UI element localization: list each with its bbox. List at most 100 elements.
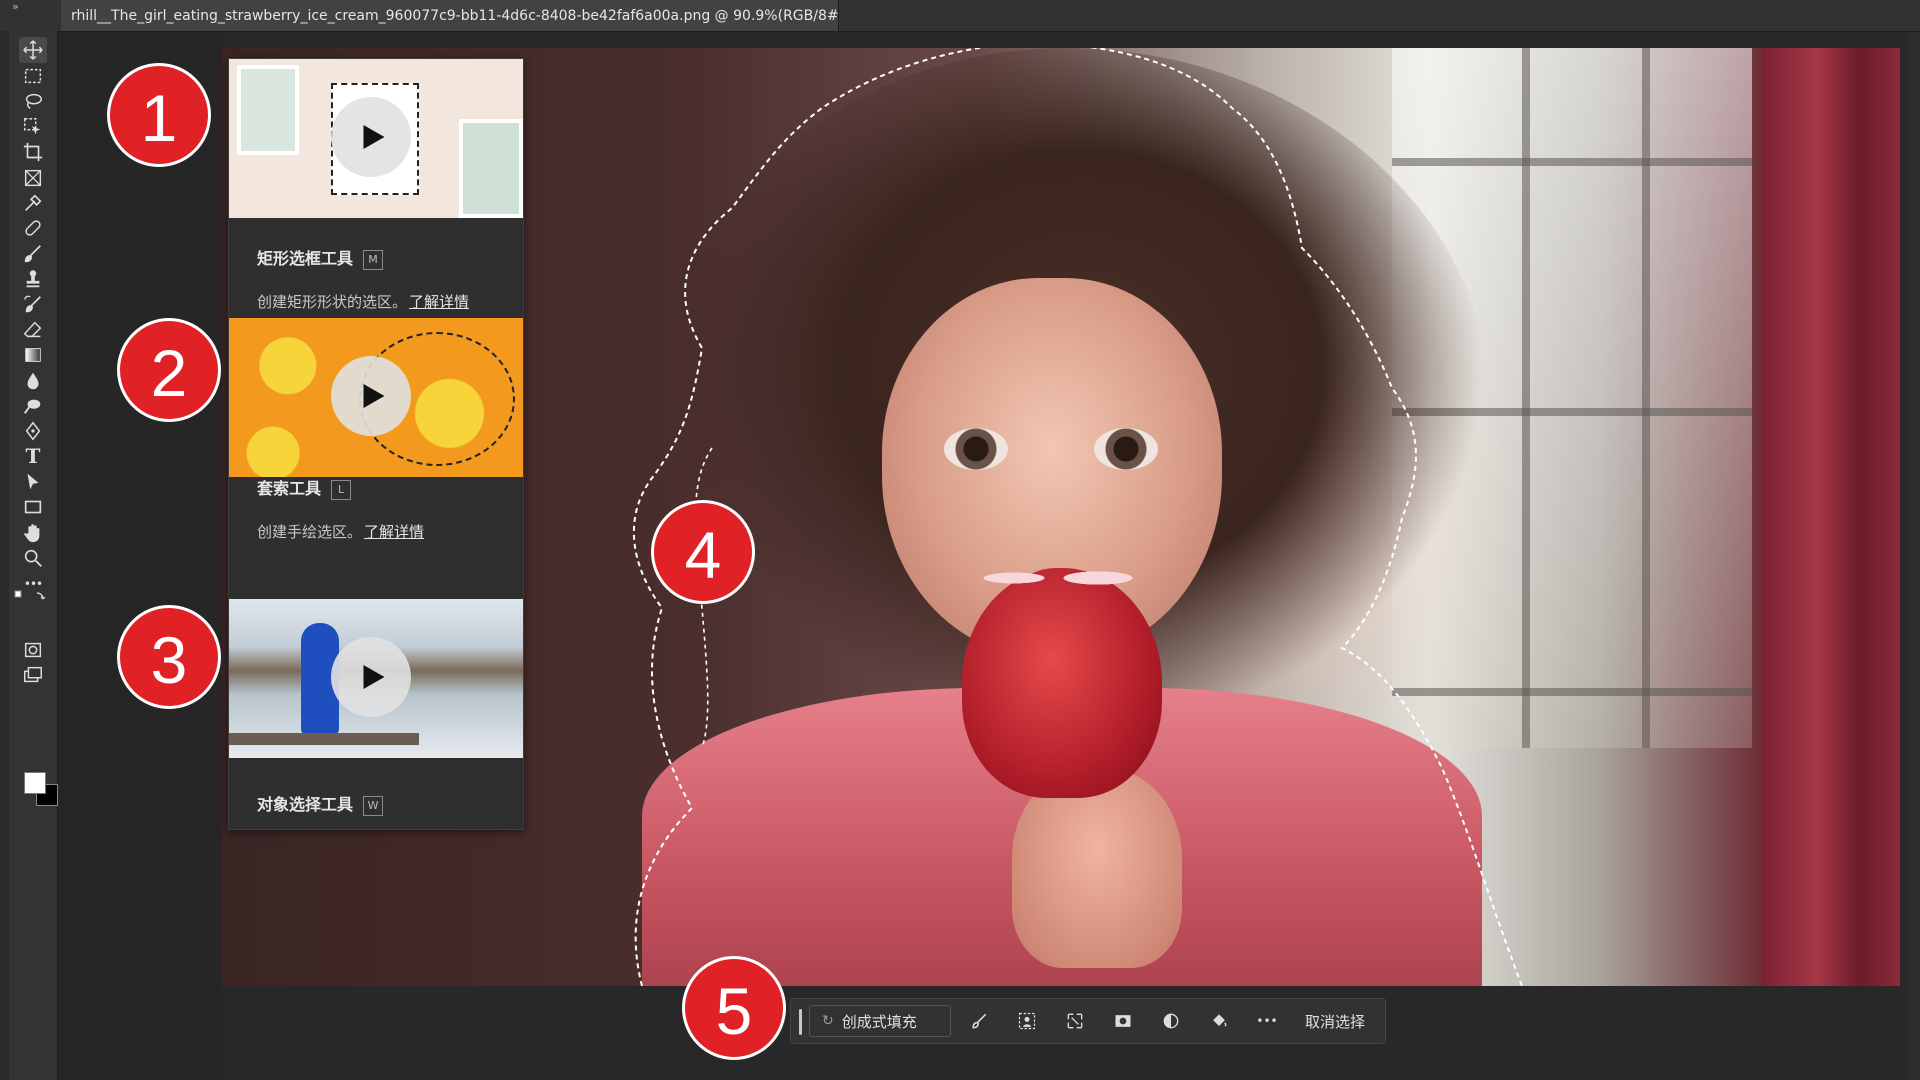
tool-tooltip-panel: 矩形选框工具 M 创建矩形形状的选区。 了解详情 套索工具 L 创建手绘选区。 了解详情…: [228, 58, 524, 830]
more-options-button[interactable]: •••: [1255, 1009, 1279, 1033]
move-tool[interactable]: [19, 37, 47, 63]
fill-selection-button[interactable]: [1207, 1009, 1231, 1033]
taskbar-drag-handle[interactable]: [799, 1009, 802, 1035]
leaf-photo: [459, 119, 523, 218]
generative-fill-button[interactable]: ↻ 创成式填充: [809, 1005, 951, 1037]
screen-mode-icon: [24, 666, 42, 683]
collapse-panels-icon[interactable]: »: [12, 0, 19, 13]
workspace-gutter: [58, 32, 222, 1080]
modify-selection-button[interactable]: [967, 1009, 991, 1033]
frame-tool[interactable]: [19, 165, 47, 191]
toolbar-edge: [0, 31, 9, 1080]
object-selection-tool[interactable]: [19, 114, 47, 140]
stamp-icon: [26, 270, 40, 288]
object-select-icon: [24, 118, 41, 135]
eyedropper-tool[interactable]: [19, 190, 47, 216]
window-pane: [1522, 48, 1530, 748]
play-button[interactable]: [331, 356, 411, 436]
leaf-photo: [237, 65, 299, 155]
brush-tool[interactable]: [19, 241, 47, 267]
tooltip-title-text: 套索工具: [257, 479, 322, 498]
healing-icon: [25, 220, 41, 236]
swap-colors-icon[interactable]: [13, 587, 49, 605]
select-subject-icon: [1018, 1012, 1036, 1030]
screen-mode-button[interactable]: [19, 662, 47, 688]
dodge-tool[interactable]: [19, 393, 47, 419]
history-brush-icon: [24, 295, 41, 313]
vertical-scrollbar[interactable]: [1908, 32, 1920, 1080]
foreground-color-swatch[interactable]: [24, 772, 46, 794]
callout-badge-3: 3: [117, 605, 221, 709]
quick-mask-button[interactable]: [19, 637, 47, 663]
left-eye: [944, 428, 1008, 470]
blur-tool[interactable]: [19, 368, 47, 394]
document-tab-title: rhill__The_girl_eating_strawberry_ice_cr…: [71, 7, 839, 24]
curtain: [1762, 48, 1900, 986]
mask-icon: [1115, 1015, 1131, 1027]
crop-tool[interactable]: [19, 139, 47, 165]
flower-petals: [942, 548, 1182, 608]
callout-badge-2: 2: [117, 318, 221, 422]
window-pane: [1392, 688, 1752, 696]
gradient-tool[interactable]: [19, 342, 47, 368]
type-tool[interactable]: T: [19, 443, 47, 469]
play-icon: [363, 384, 385, 408]
brush-icon: [24, 245, 41, 263]
create-mask-button[interactable]: [1111, 1009, 1135, 1033]
history-brush-tool[interactable]: [19, 292, 47, 318]
quick-mask-icon: [24, 642, 42, 658]
shortcut-key: L: [331, 479, 352, 500]
invert-selection-button[interactable]: [1063, 1009, 1087, 1033]
learn-more-link[interactable]: 了解详情: [364, 523, 424, 541]
object-select-video-thumbnail[interactable]: [229, 599, 523, 758]
tooltip-title: 套索工具 L: [257, 475, 352, 500]
frame-icon: [24, 169, 42, 187]
lasso-video-thumbnail[interactable]: [229, 318, 523, 477]
contextual-task-bar: ↻ 创成式填充 ••• 取消选择: [790, 998, 1386, 1044]
window-pane: [1392, 158, 1752, 166]
hand: [1012, 768, 1182, 968]
lasso-icon: [25, 93, 42, 109]
tooltip-description-text: 创建手绘选区。: [257, 523, 363, 541]
eraser-tool[interactable]: [19, 317, 47, 343]
path-select-icon: [27, 473, 39, 490]
paint-bucket-icon: [1213, 1014, 1227, 1027]
callout-badge-1: 1: [107, 63, 211, 167]
play-button[interactable]: [331, 97, 411, 177]
clone-stamp-tool[interactable]: [19, 266, 47, 292]
pen-icon: [25, 421, 41, 441]
shortcut-key: W: [363, 795, 384, 816]
tooltip-description: 创建手绘选区。 了解详情: [257, 521, 424, 542]
select-subject-button[interactable]: [1015, 1009, 1039, 1033]
dodge-icon: [24, 399, 41, 414]
rectangular-marquee-tool[interactable]: [19, 63, 47, 89]
spot-healing-tool[interactable]: [19, 215, 47, 241]
marquee-icon: [24, 68, 42, 84]
lasso-tool[interactable]: [19, 88, 47, 114]
tooltip-title-text: 对象选择工具: [257, 795, 354, 814]
move-icon: [23, 40, 43, 60]
adjustment-layer-button[interactable]: [1159, 1009, 1183, 1033]
tooltip-title-text: 矩形选框工具: [257, 249, 354, 268]
pen-tool[interactable]: [19, 418, 47, 444]
document-tab[interactable]: rhill__The_girl_eating_strawberry_ice_cr…: [61, 0, 839, 31]
play-icon: [363, 125, 385, 149]
eyedropper-icon: [25, 194, 42, 211]
hand-tool[interactable]: [19, 520, 47, 546]
brush-select-icon: [972, 1013, 987, 1029]
play-button[interactable]: [331, 637, 411, 717]
zoom-tool[interactable]: [19, 545, 47, 571]
zoom-icon: [24, 549, 42, 567]
marquee-video-thumbnail[interactable]: [229, 59, 523, 218]
callout-badge-4: 4: [651, 500, 755, 604]
path-selection-tool[interactable]: [19, 469, 47, 495]
document-tab-bar: » rhill__The_girl_eating_strawberry_ice_…: [0, 0, 1920, 32]
more-icon: •••: [1256, 1014, 1278, 1028]
learn-more-link[interactable]: 了解详情: [409, 293, 469, 311]
rectangle-tool[interactable]: [19, 494, 47, 520]
tooltip-description-text: 创建矩形形状的选区。: [257, 293, 408, 311]
deselect-button[interactable]: 取消选择: [1305, 1011, 1365, 1032]
callout-badge-5: 5: [682, 956, 786, 1060]
sparkle-icon: ↻: [822, 1013, 834, 1029]
tooltip-title: 矩形选框工具 M: [257, 245, 384, 270]
